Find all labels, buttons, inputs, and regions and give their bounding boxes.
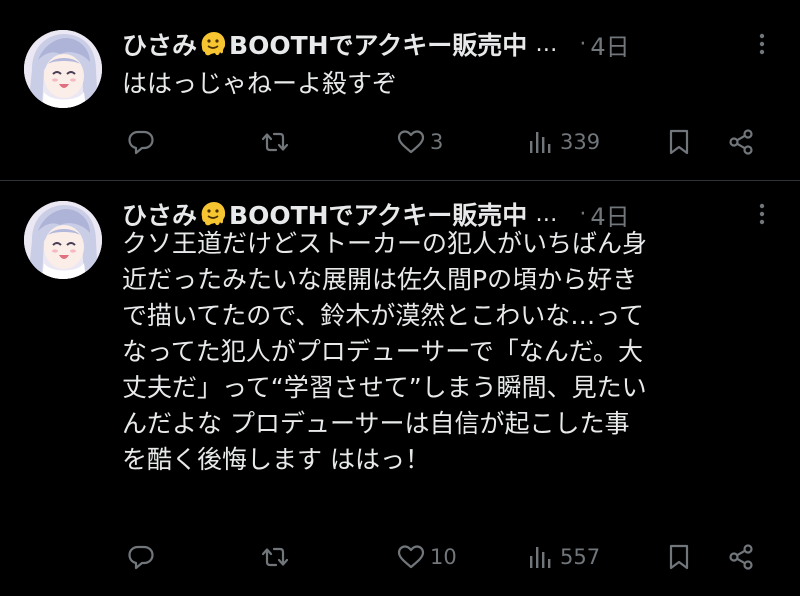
views-icon [530,132,551,153]
views-button[interactable]: 557 [526,539,600,575]
separator-dot: · [579,31,587,57]
retweet-button[interactable] [260,539,290,575]
share-icon [729,544,753,570]
bookmark-icon [669,129,689,155]
melting-face-emoji-icon [201,32,226,56]
share-button[interactable] [726,539,756,575]
tweet-actions: 10 557 [126,539,760,575]
share-icon [729,129,753,155]
avatar[interactable] [24,30,102,108]
tweet-text: クソ王道だけどストーカーの犯人がいちばん身 近だったみたいな展開は佐久間Pの頃か… [122,229,648,474]
tweet-actions: 3 339 [126,124,760,160]
tweet-header: ひさみ BOOTHでアクキー販売中 … · 4日 [122,26,776,62]
views-icon [530,547,551,568]
tweet[interactable]: ひさみ BOOTHでアクキー販売中 … · 4日 ははっじゃねーよ殺すぞ 3 3… [0,0,800,180]
like-count: 10 [430,545,457,569]
retweet-button[interactable] [260,124,290,160]
avatar-image [24,30,102,108]
retweet-icon [261,132,289,152]
like-button[interactable]: 10 [396,539,457,575]
tweet-text: ははっじゃねーよ殺すぞ [122,69,398,98]
avatar-image [24,201,102,279]
heart-icon [397,545,425,569]
retweet-icon [261,547,289,567]
author-name-text: ひさみ [122,31,198,60]
author-name-suffix: BOOTHでアクキー販売中 [229,31,528,60]
tweet[interactable]: ひさみ BOOTHでアクキー販売中 … · 4日 クソ王道だけどストーカーの犯人… [0,181,800,596]
views-button[interactable]: 339 [526,124,600,160]
share-button[interactable] [726,124,756,160]
like-button[interactable]: 3 [396,124,443,160]
like-count: 3 [430,130,444,154]
bookmark-button[interactable] [664,124,694,160]
separator-dot: · [579,201,587,227]
views-count: 557 [560,545,601,569]
timestamp[interactable]: 4日 [590,27,629,62]
melting-face-emoji-icon [201,202,226,226]
views-count: 339 [560,130,601,154]
author-name[interactable]: ひさみ BOOTHでアクキー販売中 [122,26,527,62]
reply-icon [128,545,154,570]
bookmark-icon [669,544,689,570]
reply-button[interactable] [126,124,156,160]
more-options-icon[interactable] [748,30,776,58]
avatar[interactable] [24,201,102,279]
more-options-icon[interactable] [748,200,776,228]
heart-icon [397,130,425,154]
bookmark-button[interactable] [664,539,694,575]
name-truncation: … [535,201,558,227]
name-truncation: … [535,31,558,57]
reply-button[interactable] [126,539,156,575]
reply-icon [128,130,154,155]
